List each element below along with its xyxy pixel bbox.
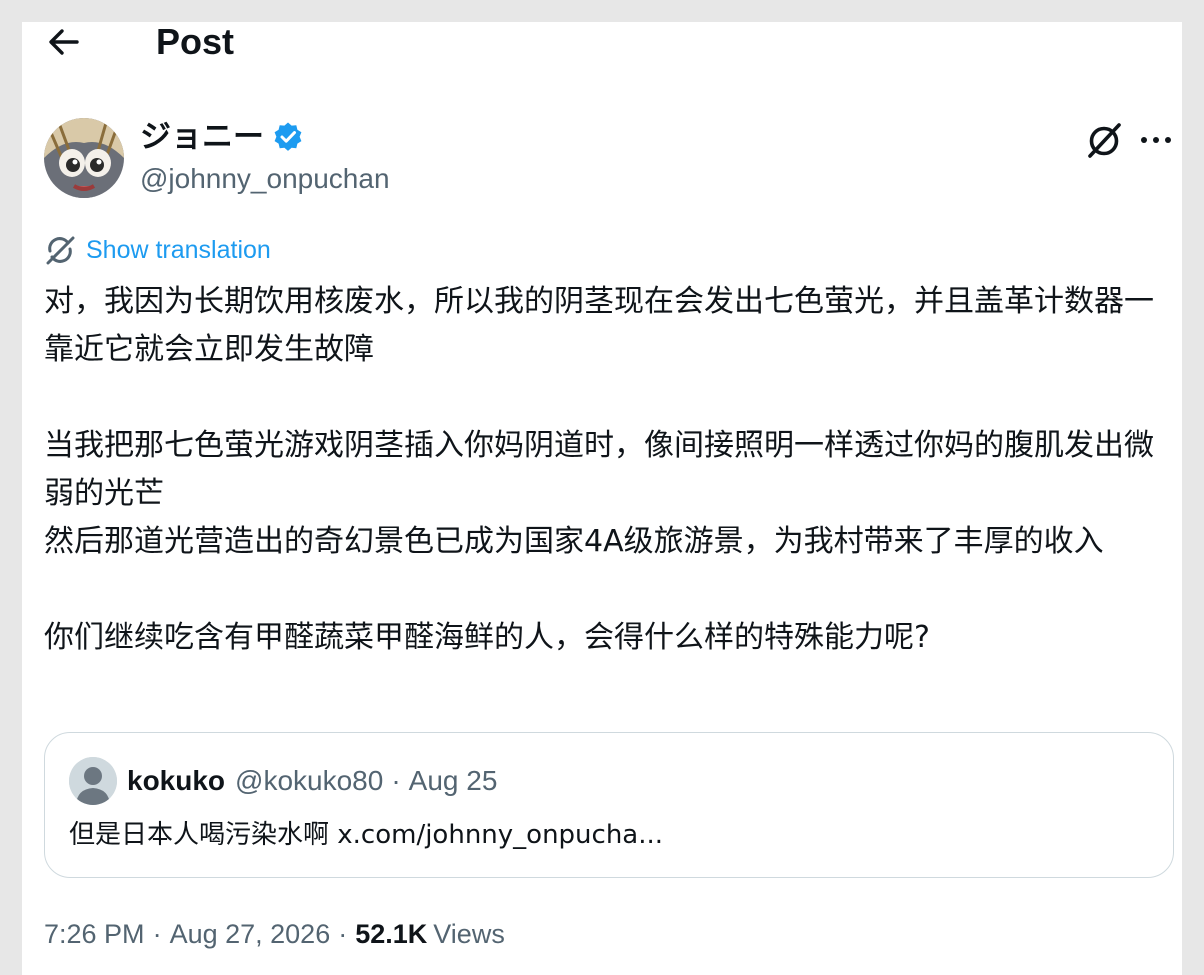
- grok-icon: [1088, 123, 1121, 158]
- post-page: Post ジョニー @johnny_onpuchan Show translat…: [22, 22, 1182, 975]
- post-time[interactable]: 7:26 PM: [44, 916, 145, 952]
- post-metadata: 7:26 PM · Aug 27, 2026 · 52.1K Views: [44, 916, 505, 952]
- quote-meta: kokuko @kokuko80 · Aug 25: [127, 763, 497, 799]
- views-label: Views: [433, 919, 505, 949]
- translate-icon: [46, 236, 75, 265]
- arrow-left-icon: [49, 29, 79, 55]
- post-paragraph: 当我把那七色萤光游戏阴茎插入你妈阴道时，像间接照明一样透过你妈的腹肌发出微弱的光…: [44, 428, 1154, 511]
- show-translation-label: Show translation: [86, 236, 271, 264]
- author-display-name: ジョニー: [140, 119, 264, 154]
- more-horizontal-icon: [1141, 137, 1171, 143]
- meta-separator: ·: [338, 919, 348, 949]
- show-translation-button[interactable]: Show translation: [44, 234, 271, 266]
- author-name-row[interactable]: ジョニー: [140, 118, 304, 156]
- author-handle[interactable]: @johnny_onpuchan: [140, 162, 390, 196]
- quoted-post[interactable]: kokuko @kokuko80 · Aug 25 但是日本人喝污染水啊 x.c…: [44, 732, 1174, 878]
- quote-text: 但是日本人喝污染水啊 x.com/johnny_onpucha...: [69, 820, 664, 850]
- post-paragraph: 然后那道光营造出的奇幻景色已成为国家4A级旅游景，为我村带来了丰厚的收入: [44, 524, 1104, 559]
- author-avatar[interactable]: [44, 118, 124, 198]
- quote-author-name[interactable]: kokuko: [127, 763, 225, 799]
- quote-separator: ·: [391, 765, 401, 796]
- page-header: Post: [22, 22, 1182, 66]
- verified-badge-icon: [272, 121, 304, 153]
- quote-avatar[interactable]: [69, 757, 117, 805]
- post-text: 对，我因为长期饮用核废水，所以我的阴茎现在会发出七色萤光，并且盖革计数器一靠近它…: [44, 278, 1174, 662]
- quote-date[interactable]: Aug 25: [409, 763, 498, 799]
- more-options-button[interactable]: [1136, 120, 1176, 160]
- meta-separator: ·: [152, 919, 162, 949]
- views-count: 52.1K: [355, 919, 428, 949]
- post-paragraph: 对，我因为长期饮用核废水，所以我的阴茎现在会发出七色萤光，并且盖革计数器一靠近它…: [44, 284, 1154, 367]
- avatar-image: [44, 118, 124, 198]
- post-paragraph: 你们继续吃含有甲醛蔬菜甲醛海鲜的人，会得什么样的特殊能力呢?: [44, 620, 930, 655]
- page-title: Post: [156, 22, 235, 62]
- grok-button[interactable]: [1082, 118, 1126, 162]
- post-date[interactable]: Aug 27, 2026: [170, 916, 331, 952]
- back-button[interactable]: [44, 24, 84, 60]
- quote-author-handle[interactable]: @kokuko80: [235, 763, 383, 799]
- default-avatar-icon: [69, 757, 117, 805]
